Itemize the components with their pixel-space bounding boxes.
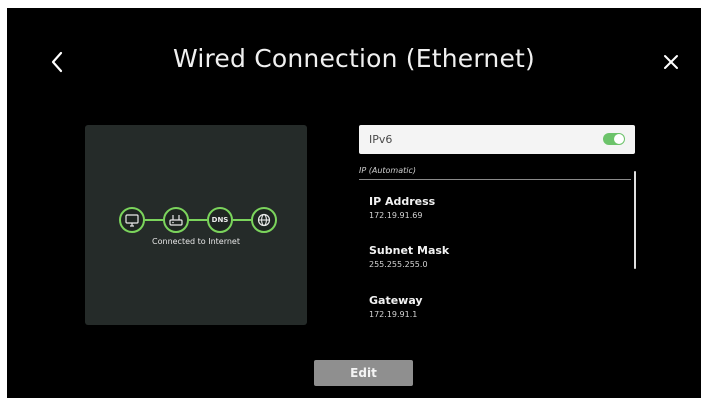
ip-address-item[interactable]: IP Address 172.19.91.69 xyxy=(369,195,609,220)
router-node xyxy=(163,207,189,233)
chevron-left-icon xyxy=(51,51,63,73)
close-button[interactable] xyxy=(659,48,683,76)
ip-address-title: IP Address xyxy=(369,195,436,208)
gateway-title: Gateway xyxy=(369,294,423,307)
ip-mode-label: IP (Automatic) xyxy=(359,166,416,175)
gateway-value: 172.19.91.1 xyxy=(369,310,418,319)
settings-screen: Wired Connection (Ethernet) DNS Connecte… xyxy=(7,8,701,398)
ip-address-value: 172.19.91.69 xyxy=(369,211,423,220)
router-icon xyxy=(169,214,183,226)
back-button[interactable] xyxy=(45,46,69,78)
ipv6-label: IPv6 xyxy=(369,133,393,146)
connection-status-panel: DNS Connected to Internet xyxy=(85,125,307,325)
dns-node: DNS xyxy=(207,207,233,233)
gateway-item[interactable]: Gateway 172.19.91.1 xyxy=(369,294,609,319)
connection-chain: DNS xyxy=(119,207,277,233)
chain-link xyxy=(145,219,163,221)
ip-info-list[interactable]: IP Address 172.19.91.69 Subnet Mask 255.… xyxy=(359,180,631,328)
connection-status-label: Connected to Internet xyxy=(152,237,240,246)
tv-icon xyxy=(125,213,139,227)
subnet-mask-item[interactable]: Subnet Mask 255.255.255.0 xyxy=(369,244,609,269)
chain-link xyxy=(189,219,207,221)
dns-label: DNS xyxy=(211,216,229,224)
ipv6-toggle[interactable] xyxy=(603,133,625,145)
subnet-mask-title: Subnet Mask xyxy=(369,244,450,257)
close-icon xyxy=(664,55,678,69)
chain-link xyxy=(233,219,251,221)
scrollbar[interactable] xyxy=(634,171,636,269)
ipv6-toggle-row[interactable]: IPv6 xyxy=(359,125,635,154)
tv-node xyxy=(119,207,145,233)
edit-button[interactable]: Edit xyxy=(314,360,413,386)
internet-node xyxy=(251,207,277,233)
toggle-knob xyxy=(614,134,624,144)
globe-icon xyxy=(257,213,271,227)
page-title: Wired Connection (Ethernet) xyxy=(172,44,536,73)
subnet-mask-value: 255.255.255.0 xyxy=(369,260,428,269)
